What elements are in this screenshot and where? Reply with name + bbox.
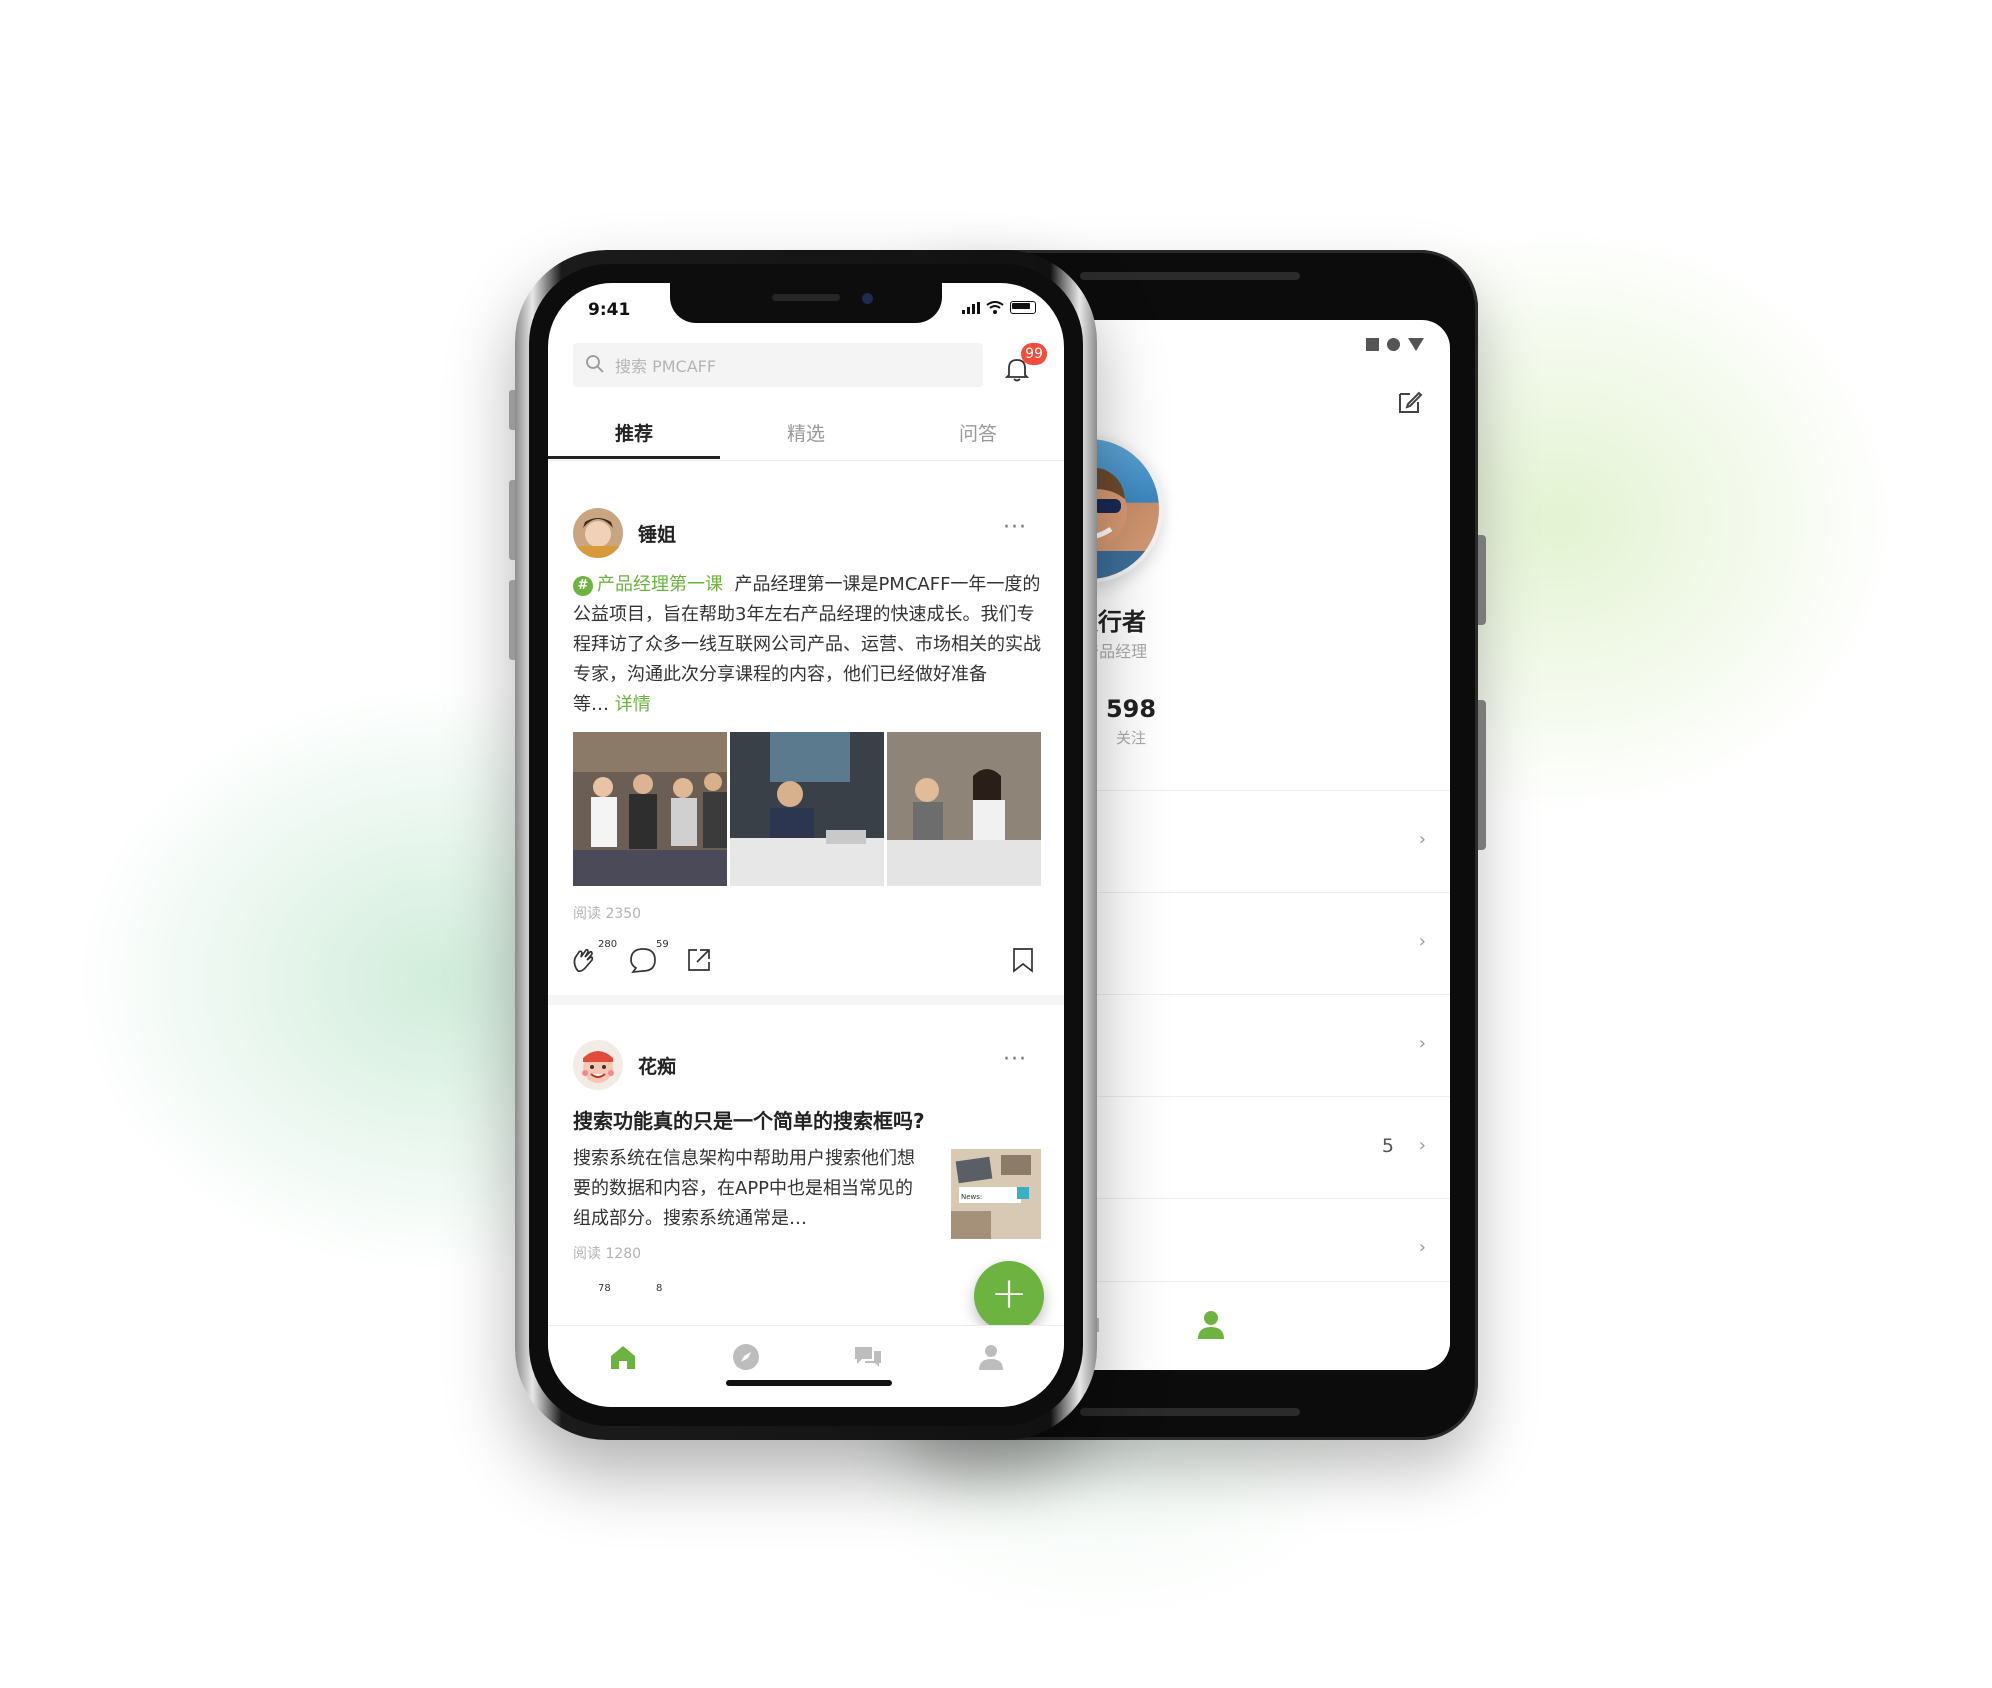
- chevron-right-icon: ›: [1418, 1237, 1426, 1258]
- notification-badge: 99: [1021, 343, 1047, 365]
- status-time: 9:41: [588, 300, 631, 320]
- home-circle-icon: [1387, 338, 1400, 351]
- search-icon: [586, 355, 604, 373]
- post-title[interactable]: 搜索功能真的只是一个简单的搜索框吗?: [573, 1105, 1043, 1134]
- like-count: 280: [598, 939, 618, 950]
- thumbnail-caption: News:: [961, 1193, 982, 1201]
- post-body: 搜索系统在信息架构中帮助用户搜索他们想要的数据和内容，在APP中也是相当常见的组…: [573, 1148, 915, 1229]
- tab-recommended[interactable]: 推荐: [548, 419, 720, 446]
- topic-hash-icon: #: [573, 576, 593, 596]
- author-avatar[interactable]: [573, 508, 623, 558]
- bookmark-icon[interactable]: [1008, 945, 1038, 975]
- read-count: 阅读 2350: [573, 906, 642, 922]
- home-indicator: [726, 1380, 892, 1386]
- post-photo[interactable]: [730, 732, 884, 886]
- clap-icon[interactable]: [570, 945, 600, 975]
- menu-item-value: 5: [1381, 1135, 1394, 1157]
- android-power-button: [1478, 535, 1486, 625]
- author-name[interactable]: 锤姐: [638, 520, 676, 547]
- author-avatar[interactable]: [573, 1040, 623, 1090]
- search-bar[interactable]: [573, 343, 983, 389]
- iphone-volume-up: [509, 480, 515, 560]
- create-post-button[interactable]: +: [974, 1261, 1044, 1331]
- share-icon[interactable]: [684, 945, 714, 975]
- chevron-right-icon: ›: [1418, 1033, 1426, 1054]
- post-divider: [548, 995, 1064, 1005]
- iphone-volume-down: [509, 580, 515, 660]
- more-options-icon[interactable]: ···: [1003, 1047, 1027, 1072]
- status-icons: [962, 301, 1036, 314]
- feed-tabs: 推荐 精选 问答: [548, 405, 1064, 461]
- android-speaker-top: [1080, 272, 1300, 280]
- iphone-screen: 9:41 99 推荐 精选 问答: [548, 283, 1064, 1407]
- tab-qa[interactable]: 问答: [892, 419, 1064, 446]
- wifi-icon: [986, 301, 1004, 314]
- author-name[interactable]: 花痴: [638, 1052, 676, 1079]
- active-tab-indicator: [548, 456, 720, 459]
- more-options-icon[interactable]: ···: [1003, 515, 1027, 540]
- tab-featured[interactable]: 精选: [720, 419, 892, 446]
- person-icon[interactable]: [976, 1342, 1006, 1372]
- iphone-mute-switch: [509, 390, 515, 430]
- stat-following[interactable]: 598 关注: [1086, 695, 1176, 748]
- post-body: # 产品经理第一课 产品经理第一课是PMCAFF一年一度的公益项目，旨在帮助3年左…: [573, 570, 1043, 720]
- post-photo[interactable]: [887, 732, 1041, 886]
- android-speaker-bottom: [1080, 1408, 1300, 1416]
- read-count: 阅读 1280: [573, 1246, 642, 1262]
- stat-value: 598: [1105, 695, 1157, 723]
- comment-icon[interactable]: [628, 945, 658, 975]
- chevron-right-icon: ›: [1418, 829, 1426, 850]
- details-link[interactable]: 详情: [615, 694, 651, 715]
- comment-count: 59: [656, 939, 669, 950]
- android-status-bar: [1366, 338, 1424, 351]
- front-camera: [862, 293, 873, 304]
- home-icon[interactable]: [608, 1342, 638, 1372]
- post-thumbnail[interactable]: News:: [951, 1149, 1041, 1239]
- signal-icon: [962, 302, 980, 314]
- like-count: 78: [598, 1283, 611, 1294]
- compass-icon[interactable]: [731, 1342, 761, 1372]
- search-input[interactable]: [613, 343, 977, 389]
- notch: [670, 283, 942, 323]
- person-icon[interactable]: [1194, 1308, 1228, 1342]
- battery-icon: [1010, 301, 1036, 314]
- android-volume-button: [1478, 700, 1486, 850]
- chevron-right-icon: ›: [1418, 1135, 1426, 1156]
- iphone: 9:41 99 推荐 精选 问答: [509, 250, 1097, 1440]
- post-photo[interactable]: [573, 732, 727, 886]
- bottom-tab-bar: [548, 1325, 1064, 1407]
- recent-apps-icon: [1366, 338, 1379, 351]
- comment-count: 8: [656, 1283, 663, 1294]
- topic-link[interactable]: 产品经理第一课: [597, 574, 723, 595]
- chat-icon[interactable]: [853, 1342, 883, 1372]
- edit-icon[interactable]: [1396, 388, 1424, 416]
- stat-label: 关注: [1115, 729, 1146, 747]
- back-triangle-icon: [1408, 338, 1424, 351]
- chevron-right-icon: ›: [1418, 931, 1426, 952]
- earpiece: [772, 294, 840, 301]
